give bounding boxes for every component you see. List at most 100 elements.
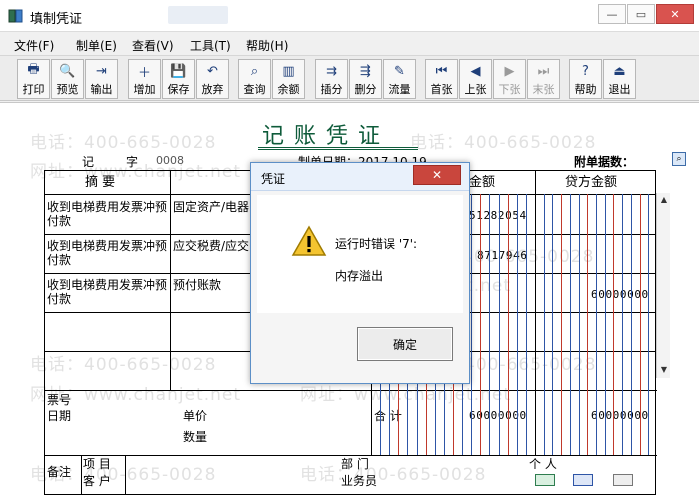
ok-button[interactable]: 确定 [357, 327, 453, 361]
toolbar-label: 退出 [608, 83, 631, 96]
menu-help[interactable]: 帮助(H) [246, 37, 288, 54]
toolbar-button-flow[interactable]: ✎ 流量 [383, 59, 416, 99]
amount-ruling-line [471, 194, 473, 455]
vertical-scrollbar[interactable]: ▲ ▼ [656, 193, 670, 378]
dialog-message: 运行时错误 '7': [335, 237, 418, 251]
amount-ruling-line [516, 194, 518, 455]
title-bar: 填制凭证 — ▭ ✕ [0, 0, 699, 32]
toolbar-label: 输出 [90, 83, 113, 96]
search-icon[interactable]: ⌕ [672, 152, 686, 166]
preview-icon: 🔍 [59, 63, 76, 79]
department-label: 部 门 [341, 457, 369, 471]
watermark-phone: 电话：400-665-0028 [410, 133, 597, 153]
toolbar-button-binoculars[interactable]: ⌕ 查询 [238, 59, 271, 99]
menu-tools[interactable]: 工具(T) [190, 37, 231, 54]
tools-icon[interactable] [613, 474, 633, 486]
row-1-summary[interactable]: 收到电梯费用发票冲预付款 [47, 200, 169, 228]
toolbar-label: 上张 [464, 83, 487, 96]
binoculars-icon: ⌕ [250, 63, 259, 79]
amount-ruling-line [648, 194, 650, 455]
menu-voucher[interactable]: 制单(E) [76, 37, 117, 54]
voucher-zi-label: 字 [126, 155, 139, 169]
voucher-title: 记账凭证 [262, 124, 391, 149]
row-2-summary[interactable]: 收到电梯费用发票冲预付款 [47, 239, 169, 267]
next-record-icon: ▶ [504, 63, 515, 79]
help-icon: ? [582, 63, 589, 79]
customer-label: 客 户 [83, 474, 111, 488]
toolbar-label: 流量 [388, 83, 411, 96]
toolbar-button-preview[interactable]: 🔍 预览 [51, 59, 84, 99]
toolbar-label: 保存 [167, 83, 190, 96]
amount-ruling-line [480, 194, 482, 455]
dialog-title-bar: 凭证 ✕ [251, 163, 469, 191]
scroll-up-icon[interactable]: ▲ [659, 195, 669, 205]
row-3-summary[interactable]: 收到电梯费用发票冲预付款 [47, 278, 169, 306]
undo-icon: ↶ [207, 63, 218, 79]
header-debit: 金额 [469, 175, 496, 190]
amount-ruling-line [639, 194, 641, 455]
toolbar-label: 下张 [498, 83, 521, 96]
previous-record-icon: ◀ [470, 63, 481, 79]
toolbar-button-previous-record[interactable]: ◀ 上张 [459, 59, 492, 99]
title-placeholder-tab [168, 6, 228, 24]
amount-ruling-line [543, 194, 545, 455]
price-label: 单价 [183, 409, 208, 423]
dialog-title: 凭证 [261, 172, 286, 186]
voucher-type-label: 记 [82, 155, 95, 169]
toolbar-button-next-record[interactable]: ▶ 下张 [493, 59, 526, 99]
contact-card-icon[interactable] [535, 474, 555, 486]
toolbar-button-undo[interactable]: ↶ 放弃 [196, 59, 229, 99]
amount-ruling-line [552, 194, 554, 455]
dialog-body: 运行时错误 '7': 内存溢出 [257, 195, 463, 313]
menu-file[interactable]: 文件(F) [14, 37, 54, 54]
warning-icon [291, 225, 327, 256]
amount-ruling-line [613, 194, 615, 455]
watermark-phone: 电话：400-665-0028 [30, 133, 217, 153]
first-record-icon: ⏮ [435, 63, 448, 79]
toolbar-button-help[interactable]: ? 帮助 [569, 59, 602, 99]
amount-ruling-line [630, 194, 632, 455]
minimize-button[interactable]: — [598, 4, 626, 24]
menu-view[interactable]: 查看(V) [132, 37, 174, 54]
toolbar-button-last-record[interactable]: ⏭ 末张 [527, 59, 560, 99]
window-title: 填制凭证 [30, 12, 83, 27]
toolbar-button-first-record[interactable]: ⏮ 首张 [425, 59, 458, 99]
toolbar-label: 余额 [277, 83, 300, 96]
ticket-label: 票号 [47, 393, 72, 407]
header-credit: 贷方金额 [565, 175, 618, 190]
delete-row-icon: ⇶ [360, 63, 371, 79]
amount-ruling-line [498, 194, 500, 455]
toolbar-button-delete-row[interactable]: ⇶ 删分 [349, 59, 382, 99]
attachment-count-label: 附单据数： [574, 155, 635, 169]
amount-ruling-line [507, 194, 509, 455]
toolbar-label: 打印 [22, 83, 45, 96]
voucher-title-underline [258, 147, 418, 150]
date-label: 日期 [47, 409, 72, 423]
toolbar-button-save[interactable]: 💾 保存 [162, 59, 195, 99]
quantity-label: 数量 [183, 430, 208, 444]
toolbar-label: 预览 [56, 83, 79, 96]
toolbar-button-exit[interactable]: ⏏ 退出 [603, 59, 636, 99]
project-label: 项 目 [83, 457, 111, 471]
toolbar: 🖶 打印 🔍 预览 ⇥ 输出 ＋ 增加 💾 保存 ↶ 放弃 ⌕ 查询 ▥ 余额 ⇉ 插分 ⇶ 删分 ✎ 流量 ⏮ 首张 ◀ 上张 ▶… [0, 55, 699, 101]
toolbar-label: 查询 [243, 83, 266, 96]
exit-icon: ⏏ [613, 63, 626, 79]
app-book-icon [8, 9, 23, 23]
toolbar-button-export[interactable]: ⇥ 输出 [85, 59, 118, 99]
row-2-debit[interactable]: 8717946 [477, 249, 528, 262]
toolbar-button-insert-row[interactable]: ⇉ 插分 [315, 59, 348, 99]
voucher-number[interactable]: 0008 [156, 154, 184, 167]
amount-ruling-line [604, 194, 606, 455]
maximize-button[interactable]: ▭ [627, 4, 655, 24]
toolbar-button-bar-chart[interactable]: ▥ 余额 [272, 59, 305, 99]
document-icon[interactable] [573, 474, 593, 486]
toolbar-button-add[interactable]: ＋ 增加 [128, 59, 161, 99]
toolbar-button-printer[interactable]: 🖶 打印 [17, 59, 50, 99]
scroll-down-icon[interactable]: ▼ [659, 365, 669, 375]
bar-chart-icon: ▥ [282, 63, 295, 79]
toolbar-label: 末张 [532, 83, 555, 96]
dialog-close-button[interactable]: ✕ [413, 165, 461, 185]
menu-bar: 文件(F) 制单(E) 查看(V) 工具(T) 帮助(H) [0, 33, 699, 55]
error-dialog: 凭证 ✕ 运行时错误 '7': 内存溢出 确定 [250, 162, 470, 384]
close-button[interactable]: ✕ [656, 4, 694, 24]
